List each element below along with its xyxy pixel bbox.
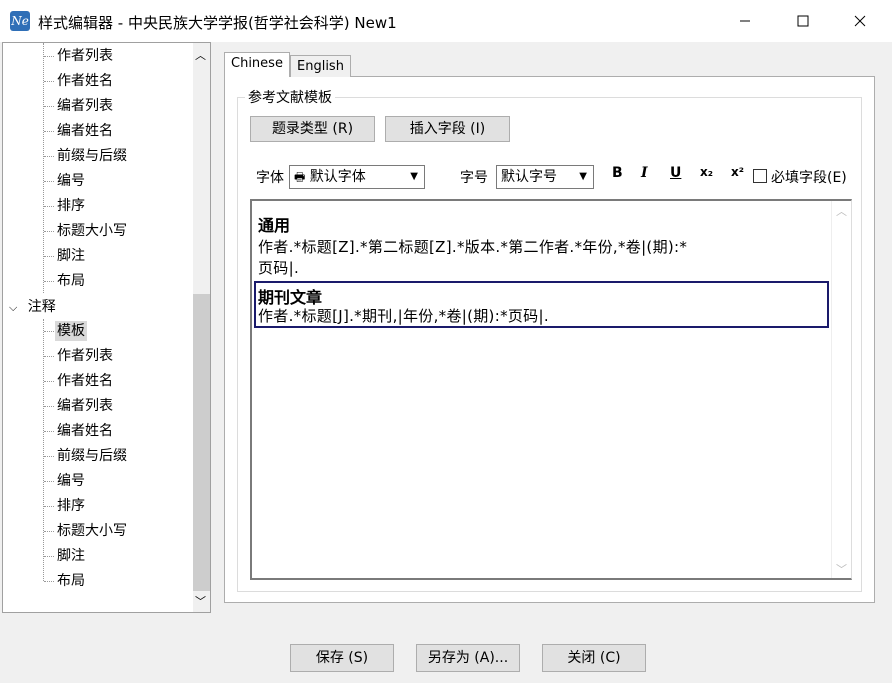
record-type-button[interactable]: 题录类型 (R) (250, 116, 375, 142)
entry-line-general-1[interactable]: 作者.*标题[Z].*第二标题[Z].*版本.*第二作者.*年份,*卷|(期):… (258, 236, 687, 257)
tree-item[interactable]: 作者姓名 (57, 71, 113, 91)
tree-item[interactable]: 编号 (57, 171, 85, 191)
tree-item-selected[interactable]: 模板 (55, 321, 87, 341)
minimize-icon (740, 20, 750, 22)
tree-item[interactable]: 布局 (57, 571, 85, 591)
maximize-icon (797, 15, 809, 27)
maximize-button[interactable] (780, 0, 826, 42)
minimize-button[interactable] (722, 0, 768, 42)
scroll-down-icon[interactable]: ﹀ (195, 593, 206, 609)
tree-item[interactable]: 排序 (57, 196, 85, 216)
scroll-down-icon[interactable]: ﹀ (836, 561, 847, 577)
subscript-button[interactable]: x₂ (700, 165, 713, 179)
tree-item[interactable]: 布局 (57, 271, 85, 291)
italic-button[interactable]: I (641, 165, 648, 181)
save-as-button[interactable]: 另存为 (A)... (416, 644, 520, 672)
entry-line-journal-1[interactable]: 作者.*标题[J].*期刊,|年份,*卷|(期):*页码|. (258, 305, 549, 326)
tree-item[interactable]: 作者列表 (57, 346, 113, 366)
tree-item[interactable]: 标题大小写 (57, 221, 127, 241)
size-value: 默认字号 (501, 169, 557, 185)
size-label: 字号 (460, 170, 488, 186)
group-title: 参考文献模板 (245, 87, 335, 107)
insert-field-button[interactable]: 插入字段 (I) (385, 116, 510, 142)
chevron-down-icon[interactable]: ⌵ (9, 301, 17, 314)
superscript-button[interactable]: x² (731, 165, 744, 179)
bold-button[interactable]: B (612, 165, 623, 181)
size-select[interactable]: 默认字号 ▼ (496, 165, 594, 189)
scroll-up-icon[interactable]: ︿ (836, 203, 847, 219)
app-icon: Ne (10, 11, 30, 31)
entry-line-general-2[interactable]: 页码|. (258, 257, 299, 278)
close-window-button[interactable] (837, 0, 883, 42)
required-checkbox[interactable] (753, 169, 767, 183)
tree-item[interactable]: 前缀与后缀 (57, 446, 127, 466)
entry-title-general: 通用 (258, 216, 291, 235)
tree-item[interactable]: 脚注 (57, 246, 85, 266)
tree-item[interactable]: 作者姓名 (57, 371, 113, 391)
tree-item[interactable]: 编者姓名 (57, 421, 113, 441)
font-label: 字体 (256, 170, 284, 186)
tree-item[interactable]: 脚注 (57, 546, 85, 566)
tree-item[interactable]: 标题大小写 (57, 521, 127, 541)
window-title: 样式编辑器 - 中央民族大学学报(哲学社会科学) New1 (38, 14, 397, 32)
tab-english[interactable]: English (290, 55, 351, 77)
tree-scrollbar-thumb[interactable] (193, 294, 210, 591)
tree-section-label: 注释 (27, 299, 56, 315)
font-select[interactable]: 🖶 默认字体 ▼ (289, 165, 425, 189)
style-tree[interactable]: 作者列表 作者姓名 编者列表 编者姓名 前缀与后缀 编号 排序 标题大小写 脚注 布局 ⌵ 注释 … (2, 42, 211, 613)
tree-item[interactable]: 编者列表 (57, 96, 113, 116)
save-button[interactable]: 保存 (S) (290, 644, 394, 672)
tree-item[interactable]: 作者列表 (57, 46, 113, 66)
tree-item[interactable]: 编者列表 (57, 396, 113, 416)
title-bar: Ne 样式编辑器 - 中央民族大学学报(哲学社会科学) New1 (0, 0, 892, 42)
tree-item[interactable]: 前缀与后缀 (57, 146, 127, 166)
close-icon (854, 15, 866, 27)
tab-chinese[interactable]: Chinese (224, 52, 290, 77)
underline-button[interactable]: U (670, 165, 681, 181)
font-value: 默认字体 (309, 169, 366, 185)
tree-item[interactable]: 排序 (57, 496, 85, 516)
tree-item[interactable]: 编号 (57, 471, 85, 491)
editor-scrollbar[interactable]: ︿ ﹀ (831, 201, 851, 578)
required-label: 必填字段(E) (771, 170, 847, 186)
tree-node-annotations[interactable]: ⌵ 注释 (9, 297, 56, 317)
close-button[interactable]: 关闭 (C) (542, 644, 646, 672)
font-icon: 🖶 (294, 170, 306, 184)
dropdown-arrow-icon: ▼ (579, 171, 587, 182)
scroll-up-icon[interactable]: ︿ (195, 47, 206, 63)
tree-item[interactable]: 编者姓名 (57, 121, 113, 141)
dropdown-arrow-icon: ▼ (410, 171, 418, 182)
